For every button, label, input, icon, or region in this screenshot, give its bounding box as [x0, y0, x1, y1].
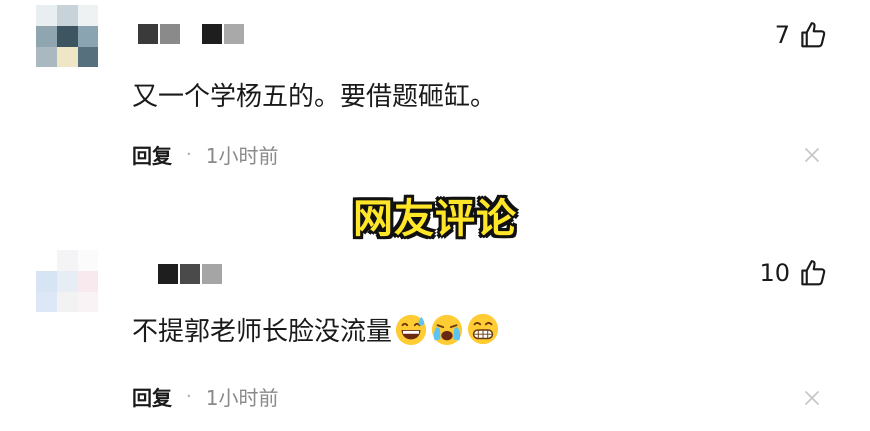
close-icon[interactable]	[804, 390, 820, 406]
username[interactable]	[138, 24, 244, 44]
grinning-sweat-emoji	[395, 314, 427, 346]
comment-text: 不提郭老师长脸没流量	[132, 311, 500, 347]
timestamp: 1小时前	[205, 143, 279, 168]
avatar[interactable]	[36, 5, 98, 67]
loudly-crying-emoji	[431, 314, 463, 346]
reply-button[interactable]: 回复	[132, 382, 172, 411]
comment-text-content: 又一个学杨五的。要借题砸缸。	[132, 81, 497, 112]
thumbs-up-icon[interactable]	[798, 20, 828, 50]
beaming-grin-emoji	[467, 313, 499, 345]
comment-item: 10 不提郭老师长脸没流量 回复 · 1小时前	[0, 215, 870, 430]
like-count: 10	[759, 259, 790, 287]
comment-text-content: 不提郭老师长脸没流量	[132, 316, 393, 347]
reply-button[interactable]: 回复	[132, 140, 172, 169]
comment-meta: 回复 · 1小时前	[132, 382, 279, 411]
like-count: 7	[774, 21, 790, 49]
separator-dot: ·	[186, 385, 192, 407]
close-icon[interactable]	[804, 147, 820, 163]
username[interactable]	[158, 264, 222, 284]
comment-text: 又一个学杨五的。要借题砸缸。	[132, 77, 497, 112]
like-button[interactable]: 10	[759, 258, 828, 288]
comment-meta: 回复 · 1小时前	[132, 140, 279, 169]
separator-dot: ·	[186, 143, 192, 165]
comment-item: 7 又一个学杨五的。要借题砸缸。 回复 · 1小时前	[0, 0, 870, 215]
thumbs-up-icon[interactable]	[798, 258, 828, 288]
like-button[interactable]: 7	[775, 20, 828, 50]
avatar[interactable]	[36, 250, 98, 312]
timestamp: 1小时前	[205, 385, 279, 410]
